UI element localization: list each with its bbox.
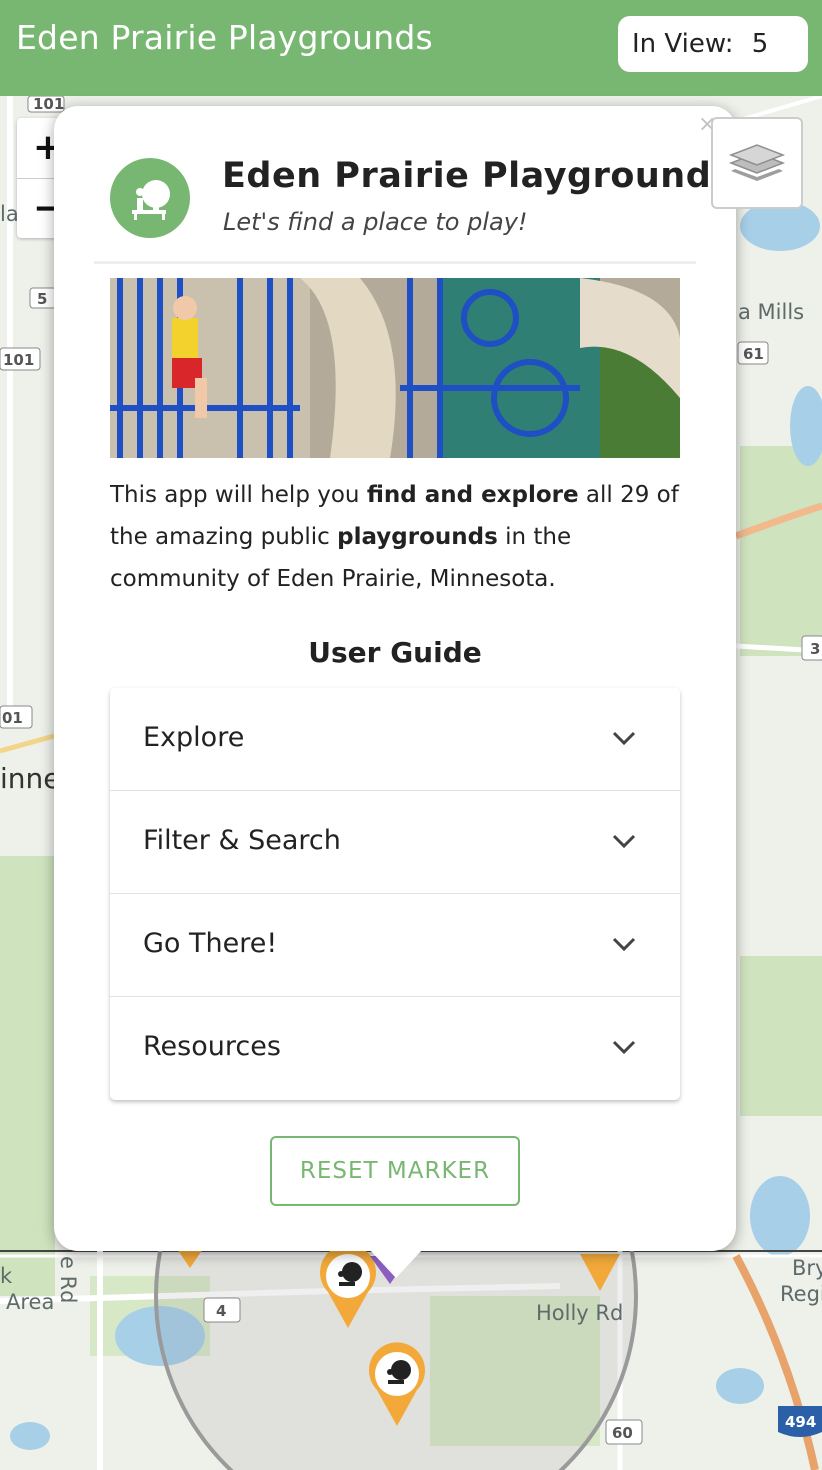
in-view-count: 5 [751, 29, 769, 59]
map-label: Holly Rd [536, 1301, 624, 1325]
accordion-label: Go There! [143, 928, 278, 959]
popup-description: This app will help you find and explore … [110, 474, 680, 600]
chevron-down-icon [612, 1040, 636, 1055]
accordion-item-go-there[interactable]: Go There! [110, 894, 680, 997]
accordion-label: Explore [143, 722, 245, 753]
svg-text:4: 4 [216, 1302, 226, 1320]
layers-button[interactable] [711, 117, 803, 209]
desc-bold: playgrounds [337, 524, 498, 550]
reset-marker-button[interactable]: RESET MARKER [270, 1136, 520, 1206]
shield-101-top: 101 [33, 96, 64, 113]
divider [94, 261, 696, 264]
in-view-counter: In View: 5 [618, 16, 808, 72]
svg-text:101: 101 [3, 351, 34, 369]
playground-logo-icon [110, 158, 190, 238]
svg-text:60: 60 [612, 1424, 633, 1442]
chevron-down-icon [612, 731, 636, 746]
user-guide-heading: User Guide [308, 636, 482, 669]
app-header: Eden Prairie Playgrounds In View: 5 [0, 0, 822, 96]
map-label: e Rd [56, 1256, 80, 1304]
app-title: Eden Prairie Playgrounds [16, 18, 433, 57]
welcome-popup: × Eden Prairie Playgrounds Let's find a … [54, 106, 736, 1251]
accordion-label: Filter & Search [143, 825, 341, 856]
map-label: Bry [792, 1256, 822, 1280]
popup-tip [370, 1250, 422, 1278]
map-label: a Mills [738, 300, 805, 324]
chevron-down-icon [612, 937, 636, 952]
map-label: Regi [780, 1282, 822, 1306]
accordion-item-filter-search[interactable]: Filter & Search [110, 791, 680, 894]
desc-text: This app will help you [110, 482, 367, 508]
accordion-item-explore[interactable]: Explore [110, 688, 680, 791]
popup-title: Eden Prairie Playgrounds [222, 156, 733, 196]
map-label: la [0, 202, 19, 226]
map-label: k [0, 1264, 13, 1288]
playground-photo [110, 278, 680, 458]
chevron-down-icon [612, 834, 636, 849]
in-view-label: In View: [632, 29, 734, 59]
svg-text:61: 61 [743, 345, 764, 363]
popup-subtitle: Let's find a place to play! [223, 208, 528, 236]
svg-text:3: 3 [810, 640, 820, 658]
layers-icon [728, 144, 786, 181]
accordion-label: Resources [143, 1031, 281, 1062]
desc-bold: find and explore [366, 482, 579, 508]
svg-text:5: 5 [37, 290, 47, 308]
svg-text:01: 01 [2, 709, 23, 727]
accordion-item-resources[interactable]: Resources [110, 997, 680, 1100]
svg-text:494: 494 [785, 1413, 816, 1431]
map-label: inne [0, 762, 61, 795]
map-label: Area [6, 1290, 55, 1314]
user-guide-accordion: Explore Filter & Search Go There! Resour… [110, 688, 680, 1100]
